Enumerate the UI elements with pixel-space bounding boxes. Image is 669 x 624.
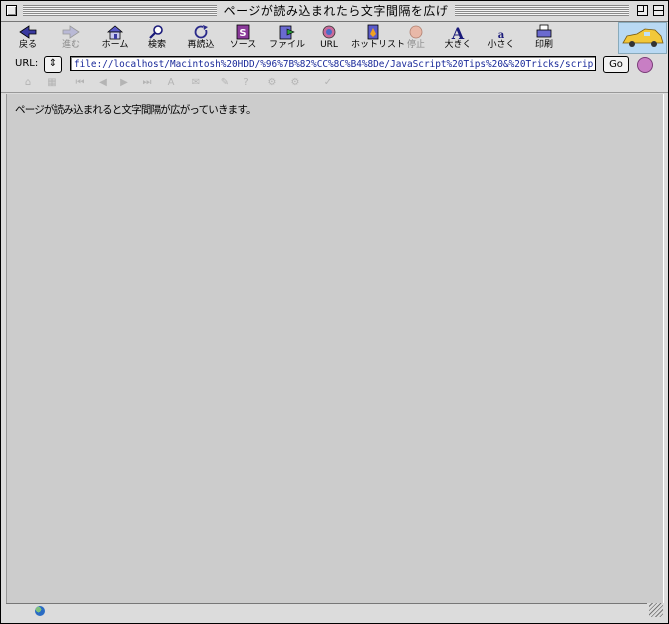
larger-text-icon: A xyxy=(451,24,465,40)
search-button[interactable]: 検索 xyxy=(135,24,179,54)
index-small-icon: ✉ xyxy=(191,77,201,88)
print-icon xyxy=(536,24,552,38)
source-icon: S xyxy=(236,24,250,40)
print-button[interactable]: 印刷 xyxy=(522,24,566,54)
status-bar xyxy=(6,603,647,618)
smaller-text-button[interactable]: a 小さく xyxy=(479,24,523,54)
resize-grip[interactable] xyxy=(649,603,663,617)
smaller-text-label: 小さく xyxy=(487,40,515,50)
forward-button[interactable]: 進む xyxy=(49,24,93,54)
svg-text:A: A xyxy=(451,24,465,40)
last-page-icon: ⏭ xyxy=(142,77,152,88)
hotlist-button[interactable]: ホットリスト xyxy=(351,24,406,54)
hotlist-icon xyxy=(367,24,379,40)
location-bar: URL: ⇕ file://localhost/Macintosh%20HDD/… xyxy=(1,54,668,77)
back-label: 戻る xyxy=(18,40,37,50)
search-label: 検索 xyxy=(147,40,166,50)
zoom-box[interactable] xyxy=(637,5,648,16)
url-button[interactable]: URL xyxy=(307,24,351,54)
forward-arrow-icon xyxy=(62,25,80,39)
smiley-status-icon[interactable] xyxy=(637,57,653,73)
previous-page-icon: ◀ xyxy=(99,77,107,88)
stop-button[interactable]: 停止 xyxy=(394,24,438,54)
options-small-icon: ⚙ xyxy=(290,77,300,88)
brand-logo xyxy=(618,22,667,54)
larger-text-button[interactable]: A 大きく xyxy=(436,24,480,54)
larger-text-label: 大きく xyxy=(444,40,472,50)
home-small-icon: ⌂ xyxy=(24,77,32,88)
url-history-popup[interactable]: ⇕ xyxy=(44,56,62,73)
globe-icon xyxy=(35,606,45,616)
back-arrow-icon xyxy=(19,25,37,39)
forward-label: 進む xyxy=(61,40,80,50)
file-label: ファイル xyxy=(268,40,305,50)
page-content-area: ページが読み込まれると文字間隔が広がっていきます。 xyxy=(6,94,664,603)
title-bar-stripes xyxy=(455,5,629,16)
grid-small-icon: ▦ xyxy=(47,77,57,88)
url-field-label: URL: xyxy=(15,58,39,69)
title-bar[interactable]: ページが読み込まれたら文字間隔を広げる xyxy=(1,1,668,34)
reload-label: 再読込 xyxy=(187,40,215,50)
page-body-text: ページが読み込まれると文字間隔が広がっていきます。 xyxy=(15,104,257,116)
help-small-icon: ? xyxy=(243,77,249,88)
secondary-navigation-bar: ⌂ ▦ ⏮ ◀ ▶ ⏭ A ✉ ✎ ? ⚙ ⚙ ✓ xyxy=(1,76,668,93)
file-icon xyxy=(279,25,295,40)
svg-text:a: a xyxy=(498,30,505,40)
settings-small-icon: ⚙ xyxy=(267,77,277,88)
url-icon xyxy=(322,25,336,39)
url-label: URL xyxy=(320,40,338,50)
go-button[interactable]: Go xyxy=(603,56,629,73)
car-logo-icon xyxy=(622,28,664,47)
reload-button[interactable]: 再読込 xyxy=(179,24,223,54)
close-box[interactable] xyxy=(6,5,17,16)
search-icon xyxy=(149,25,163,39)
url-input[interactable]: file://localhost/Macintosh%20HDD/%96%7B%… xyxy=(70,56,596,71)
stop-icon xyxy=(409,25,423,39)
reload-icon xyxy=(194,25,208,39)
text-small-icon: A xyxy=(167,77,175,88)
collapse-box[interactable] xyxy=(653,5,664,16)
home-icon xyxy=(106,25,124,40)
check-small-icon: ✓ xyxy=(323,77,333,88)
source-label: ソース xyxy=(229,40,257,50)
hotlist-label: ホットリスト xyxy=(351,40,406,50)
smaller-text-icon: a xyxy=(498,30,505,40)
print-label: 印刷 xyxy=(534,40,553,50)
title-bar-stripes xyxy=(23,5,217,16)
stop-label: 停止 xyxy=(406,40,425,50)
home-label: ホーム xyxy=(101,40,129,50)
source-button[interactable]: S ソース xyxy=(221,24,265,54)
browser-window: ページが読み込まれたら文字間隔を広げる 戻る 進む ホーム 検索 再読込 S ソ… xyxy=(0,0,669,624)
file-button[interactable]: ファイル xyxy=(265,24,309,54)
first-page-icon: ⏮ xyxy=(75,77,85,88)
toolbar: 戻る 進む ホーム 検索 再読込 S ソース ファイル URL ホットリスト 停… xyxy=(1,22,668,55)
next-page-icon: ▶ xyxy=(120,77,128,88)
svg-text:S: S xyxy=(239,28,246,39)
home-button[interactable]: ホーム xyxy=(93,24,137,54)
back-button[interactable]: 戻る xyxy=(6,24,50,54)
edit-small-icon: ✎ xyxy=(220,77,230,88)
